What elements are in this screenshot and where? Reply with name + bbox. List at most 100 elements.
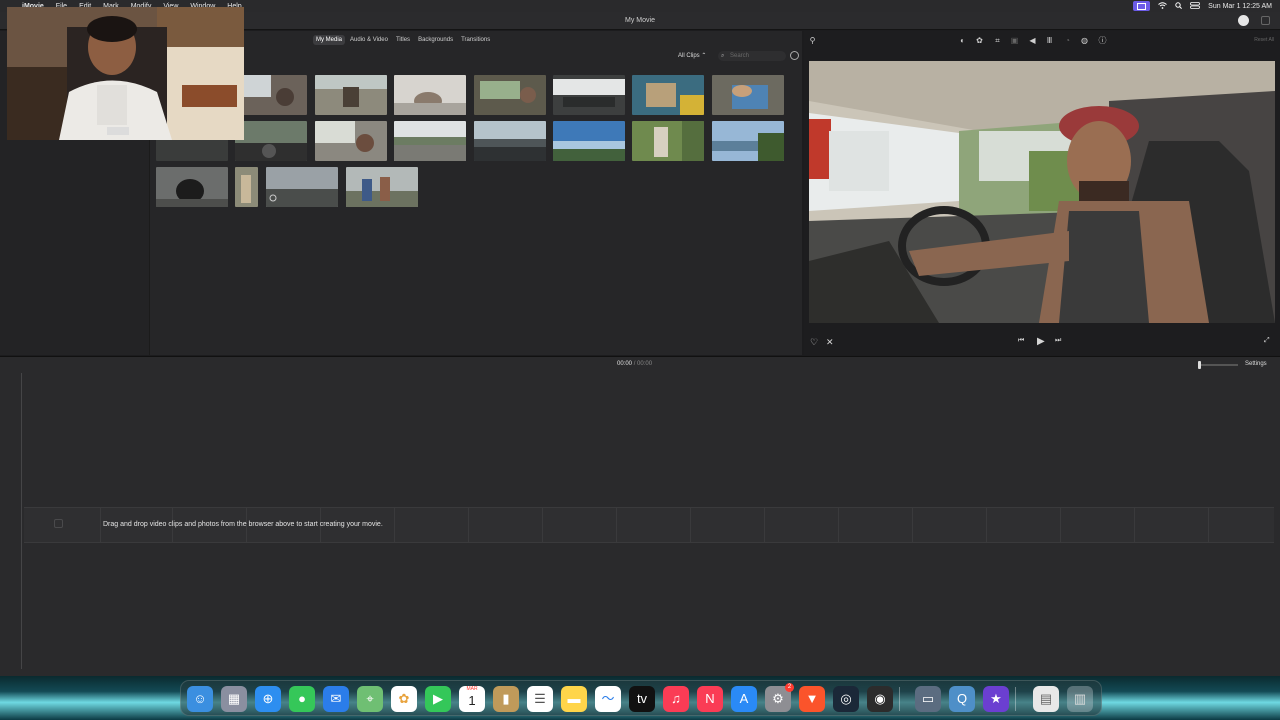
color-balance-icon[interactable]: ◐ [958, 36, 967, 45]
reset-all-button[interactable]: Reset All [1254, 37, 1274, 43]
clip-thumbnail[interactable] [156, 167, 228, 207]
finder-icon[interactable]: ☺ [187, 686, 213, 712]
timeline-zoom-slider[interactable] [1198, 361, 1238, 369]
favorite-icon[interactable]: ♡ [810, 337, 818, 348]
clip-thumbnail[interactable] [553, 121, 625, 161]
tab-audio-video[interactable]: Audio & Video [347, 35, 391, 45]
search-icon[interactable] [1175, 1, 1183, 11]
track-divider [838, 508, 839, 542]
viewer-controls: ♡ ✕ ⏮ ▶ ⏭ ⤢ [804, 333, 1280, 353]
clip-thumbnail[interactable] [346, 167, 418, 207]
steam-icon[interactable]: ◎ [833, 686, 859, 712]
video-preview [809, 61, 1275, 323]
clip-thumbnail[interactable] [474, 75, 546, 115]
timeline-settings-button[interactable]: Settings [1245, 361, 1267, 367]
browser-settings-icon[interactable] [790, 51, 799, 60]
zoom-knob[interactable] [1198, 361, 1201, 369]
clip-thumbnail[interactable] [712, 121, 784, 161]
expand-icon[interactable]: ⤢ [1264, 337, 1270, 345]
filter-icon[interactable]: ◍ [1080, 36, 1089, 45]
facetime-icon[interactable]: ▶ [425, 686, 451, 712]
track-divider [542, 508, 543, 542]
track-divider [690, 508, 691, 542]
calendar-icon[interactable]: MAR 1 [459, 686, 485, 712]
fullscreen-icon[interactable] [1261, 16, 1270, 25]
clip-thumbnail[interactable] [315, 121, 387, 161]
speed-icon[interactable]: ◔ [1063, 36, 1072, 45]
search-input[interactable]: ⌕ Search [718, 51, 786, 61]
reject-icon[interactable]: ✕ [826, 337, 834, 348]
clip-thumbnail[interactable] [235, 121, 307, 161]
track-divider [468, 508, 469, 542]
equalizer-icon[interactable]: Ⅲ [1045, 36, 1054, 45]
mail-icon[interactable]: ✉ [323, 686, 349, 712]
total-time: 00:00 [637, 361, 653, 367]
notes-icon[interactable]: ▬ [561, 686, 587, 712]
playhead[interactable] [21, 373, 22, 669]
stabilization-icon[interactable]: ▣ [1010, 36, 1019, 45]
search-placeholder: Search [730, 53, 750, 59]
viewer-pane: ⚲ ◐ ✿ ⌗ ▣ ◀ Ⅲ ◔ ◍ ⓘ Reset All ♡ ✕ ⏮ ▶ ⏭ … [804, 31, 1280, 355]
clip-thumbnail[interactable] [632, 121, 704, 161]
apple-tv-icon[interactable]: tv [629, 686, 655, 712]
dock-separator [1015, 687, 1016, 711]
app-store-icon[interactable]: A [731, 686, 757, 712]
safari-icon[interactable]: ⊕ [255, 686, 281, 712]
track-divider [394, 508, 395, 542]
news-icon[interactable]: N [697, 686, 723, 712]
launchpad-icon[interactable]: ▦ [221, 686, 247, 712]
clip-filter-select[interactable]: All Clips ⌃ [678, 52, 706, 59]
music-icon[interactable]: ♫ [663, 686, 689, 712]
clip-thumbnail[interactable] [712, 75, 784, 115]
info-icon[interactable]: ⓘ [1098, 36, 1107, 45]
wifi-icon[interactable] [1158, 1, 1168, 11]
menu-datetime[interactable]: Sun Mar 1 12:25 AM [1208, 3, 1272, 10]
color-correction-icon[interactable]: ✿ [975, 36, 984, 45]
crop-icon[interactable]: ⌗ [993, 36, 1002, 45]
document-icon[interactable]: ▤ [1033, 686, 1059, 712]
screen-mirror-icon[interactable] [1133, 1, 1151, 11]
system-settings-icon[interactable]: ⚙ 2 [765, 683, 794, 712]
dock: ☺ ▦ ⊕ ● ✉ ⌖ ✿ ▶ MAR 1 ▮ ☰ ▬ 〜 tv ♫ N A ⚙… [180, 680, 1102, 716]
quicktime-icon[interactable]: Q [949, 686, 975, 712]
clip-thumbnail[interactable] [553, 75, 625, 115]
clip-thumbnail[interactable] [315, 75, 387, 115]
trash-icon[interactable]: ▥ [1067, 686, 1093, 712]
tab-transitions[interactable]: Transitions [458, 35, 493, 45]
current-time: 00:00 [617, 361, 633, 367]
reminders-icon[interactable]: ☰ [527, 686, 553, 712]
maps-icon[interactable]: ⌖ [357, 686, 383, 712]
tab-backgrounds[interactable]: Backgrounds [415, 35, 456, 45]
skip-forward-icon[interactable]: ⏭ [1055, 337, 1061, 345]
clip-thumbnail[interactable] [235, 75, 307, 115]
clip-thumbnail[interactable] [235, 167, 258, 207]
brave-icon[interactable]: ▼ [799, 686, 825, 712]
clip-thumbnail[interactable] [394, 75, 466, 115]
clip-thumbnail[interactable] [266, 167, 338, 207]
skip-back-icon[interactable]: ⏮ [1018, 337, 1024, 345]
freeform-icon[interactable]: 〜 [595, 686, 621, 712]
screen-sharing-icon[interactable]: ▭ [915, 686, 941, 712]
track-divider [912, 508, 913, 542]
track-divider [764, 508, 765, 542]
share-icon[interactable] [1238, 15, 1249, 26]
tab-titles[interactable]: Titles [393, 35, 413, 45]
clip-thumbnail[interactable] [632, 75, 704, 115]
play-icon[interactable]: ▶ [1037, 336, 1045, 347]
obs-icon[interactable]: ◉ [867, 686, 893, 712]
track-divider [616, 508, 617, 542]
imovie-icon[interactable]: ★ [983, 686, 1009, 712]
photos-icon[interactable]: ✿ [391, 686, 417, 712]
volume-icon[interactable]: ◀ [1028, 36, 1037, 45]
calendar-day: 1 [468, 693, 476, 708]
clip-thumbnail[interactable] [474, 121, 546, 161]
control-center-icon[interactable] [1190, 1, 1201, 11]
magic-wand-icon[interactable]: ⚲ [808, 36, 817, 45]
calendar-month: MAR [466, 686, 478, 692]
clip-thumbnail[interactable] [394, 121, 466, 161]
webcam-overlay [7, 7, 244, 140]
messages-icon[interactable]: ● [289, 686, 315, 712]
status-area: Sun Mar 1 12:25 AM [1133, 0, 1272, 12]
tab-my-media[interactable]: My Media [313, 35, 346, 45]
contacts-icon[interactable]: ▮ [493, 686, 519, 712]
